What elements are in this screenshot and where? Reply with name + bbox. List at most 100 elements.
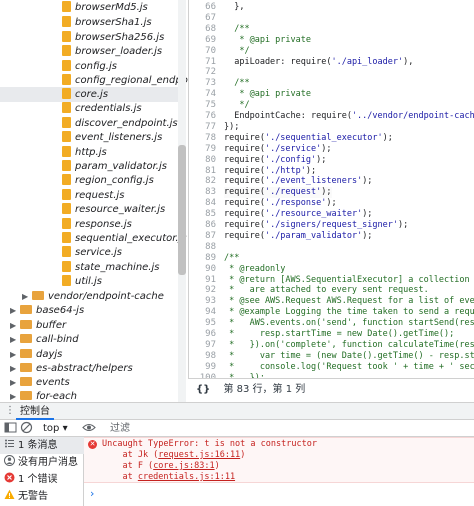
line-number[interactable]: 71 <box>192 57 216 68</box>
line-number[interactable]: 93 <box>192 296 216 307</box>
console-filter-item[interactable]: 1 个错误 <box>0 471 84 488</box>
tree-folder[interactable]: ▶ call-bind <box>0 332 178 347</box>
error-text: Uncaught TypeError: t is not a construct… <box>102 439 317 449</box>
console-filter-item[interactable]: 1 条消息 <box>0 437 84 454</box>
line-number[interactable]: 99 <box>192 362 216 373</box>
console-filter-item[interactable]: 无警告 <box>0 488 84 505</box>
tree-file[interactable]: state_machine.js <box>0 260 178 275</box>
tree-file[interactable]: config_regional_endpoint.js <box>0 73 188 88</box>
line-number[interactable]: 92 <box>192 285 216 296</box>
line-number[interactable]: 97 <box>192 340 216 351</box>
line-number[interactable]: 73 <box>192 78 216 89</box>
code-editor[interactable]: 66 67 68 69 70 71 72 73 74 75 76 77 78 79 80 81 82 83 84 85… <box>188 0 474 378</box>
line-number[interactable]: 86 <box>192 220 216 231</box>
line-number[interactable]: 77 <box>192 122 216 133</box>
line-number[interactable]: 74 <box>192 89 216 100</box>
tree-folder[interactable]: ▶ buffer <box>0 318 178 333</box>
tree-item-label: events <box>36 377 70 388</box>
tree-item-label: event_listeners.js <box>75 132 163 143</box>
line-number[interactable]: 66 <box>192 2 216 13</box>
line-number[interactable]: 82 <box>192 176 216 187</box>
line-number[interactable]: 76 <box>192 111 216 122</box>
tree-file[interactable]: service.js <box>0 245 178 260</box>
line-number[interactable]: 90 <box>192 264 216 275</box>
chevron-right-icon[interactable]: ▶ <box>10 332 20 347</box>
tree-file[interactable]: config.js <box>0 59 178 74</box>
tree-file[interactable]: event_listeners.js <box>0 130 178 145</box>
chevron-right-icon[interactable]: ▶ <box>10 361 20 376</box>
console-filter-item[interactable]: 没有用户消息 <box>0 454 84 471</box>
tree-file[interactable]: credentials.js <box>0 101 178 116</box>
tree-folder[interactable]: ▶ vendor/endpoint-cache <box>0 289 178 304</box>
tree-folder[interactable]: ▶ for-each <box>0 389 178 402</box>
code-area[interactable]: }, /** * @api private */ apiLoader: requ… <box>224 0 474 378</box>
line-number[interactable]: 80 <box>192 155 216 166</box>
line-number[interactable]: 83 <box>192 187 216 198</box>
line-number[interactable]: 96 <box>192 329 216 340</box>
tree-item-label: region_config.js <box>75 175 154 186</box>
line-number[interactable]: 98 <box>192 351 216 362</box>
chevron-right-icon[interactable]: ▶ <box>10 347 20 362</box>
tree-file[interactable]: sequential_executor.js <box>0 231 187 246</box>
folder-icon <box>20 305 32 314</box>
line-number[interactable]: 95 <box>192 318 216 329</box>
tree-file[interactable]: browserSha256.js <box>0 30 178 45</box>
line-number[interactable]: 81 <box>192 166 216 177</box>
pretty-print-button[interactable]: {} <box>196 384 210 395</box>
filter-input[interactable]: 过滤 <box>110 421 130 436</box>
line-number[interactable]: 84 <box>192 198 216 209</box>
line-number[interactable]: 94 <box>192 307 216 318</box>
line-number[interactable]: 89 <box>192 253 216 264</box>
code-line: }, <box>224 2 245 12</box>
tree-folder[interactable]: ▶ es-abstract/helpers <box>0 361 178 376</box>
context-selector[interactable]: top ▾ <box>43 421 68 436</box>
drawer-menu-icon[interactable]: ⋮ <box>5 405 15 416</box>
navigator-scrollbar-thumb[interactable] <box>178 145 186 275</box>
tree-file[interactable]: request.js <box>0 188 178 203</box>
line-number[interactable]: 91 <box>192 275 216 286</box>
chevron-right-icon[interactable]: ▶ <box>10 303 20 318</box>
folder-icon <box>20 377 32 386</box>
tree-file[interactable]: param_validator.js <box>0 159 178 174</box>
source-link[interactable]: request.js:16:11 <box>158 450 240 460</box>
tree-file[interactable]: response.js <box>0 217 178 232</box>
tree-file[interactable]: resource_waiter.js <box>0 202 178 217</box>
console-prompt[interactable]: › <box>90 487 94 500</box>
line-number[interactable]: 69 <box>192 35 216 46</box>
tree-file[interactable]: browserMd5.js <box>0 0 178 15</box>
tab-console[interactable]: 控制台 <box>16 403 54 420</box>
line-number[interactable]: 87 <box>192 231 216 242</box>
code-line: * @see AWS.Request AWS.Request for a lis… <box>224 296 474 307</box>
source-link[interactable]: core.js:83:1 <box>153 461 214 471</box>
tree-file[interactable]: region_config.js <box>0 173 178 188</box>
tree-item-label: service.js <box>75 247 122 258</box>
line-number[interactable]: 79 <box>192 144 216 155</box>
line-number[interactable]: 88 <box>192 242 216 253</box>
file-icon <box>62 1 71 12</box>
tree-file[interactable]: util.js <box>0 274 178 289</box>
tree-folder[interactable]: ▶ dayjs <box>0 347 178 362</box>
tree-file[interactable]: http.js <box>0 145 178 160</box>
chevron-right-icon[interactable]: ▶ <box>22 289 32 304</box>
source-link[interactable]: credentials.js:1:11 <box>138 472 235 482</box>
tree-folder[interactable]: ▶ base64-js <box>0 303 178 318</box>
line-number[interactable]: 75 <box>192 100 216 111</box>
line-number[interactable]: 78 <box>192 133 216 144</box>
line-number[interactable]: 72 <box>192 67 216 78</box>
line-number[interactable]: 70 <box>192 46 216 57</box>
line-number[interactable]: 67 <box>192 13 216 24</box>
tree-file[interactable]: browserSha1.js <box>0 15 178 30</box>
tree-item-label: util.js <box>75 276 102 287</box>
file-icon <box>62 261 71 272</box>
file-icon <box>62 31 71 42</box>
line-number[interactable]: 85 <box>192 209 216 220</box>
chevron-right-icon[interactable]: ▶ <box>10 389 20 402</box>
tree-folder[interactable]: ▶ events <box>0 375 178 390</box>
tree-file[interactable]: discover_endpoint.js <box>0 116 178 131</box>
tree-file[interactable]: browser_loader.js <box>0 44 178 59</box>
chevron-right-icon[interactable]: ▶ <box>10 375 20 390</box>
line-number[interactable]: 68 <box>192 24 216 35</box>
chevron-right-icon[interactable]: ▶ <box>10 318 20 333</box>
file-icon <box>62 117 71 128</box>
tree-file[interactable]: core.js <box>0 87 178 102</box>
